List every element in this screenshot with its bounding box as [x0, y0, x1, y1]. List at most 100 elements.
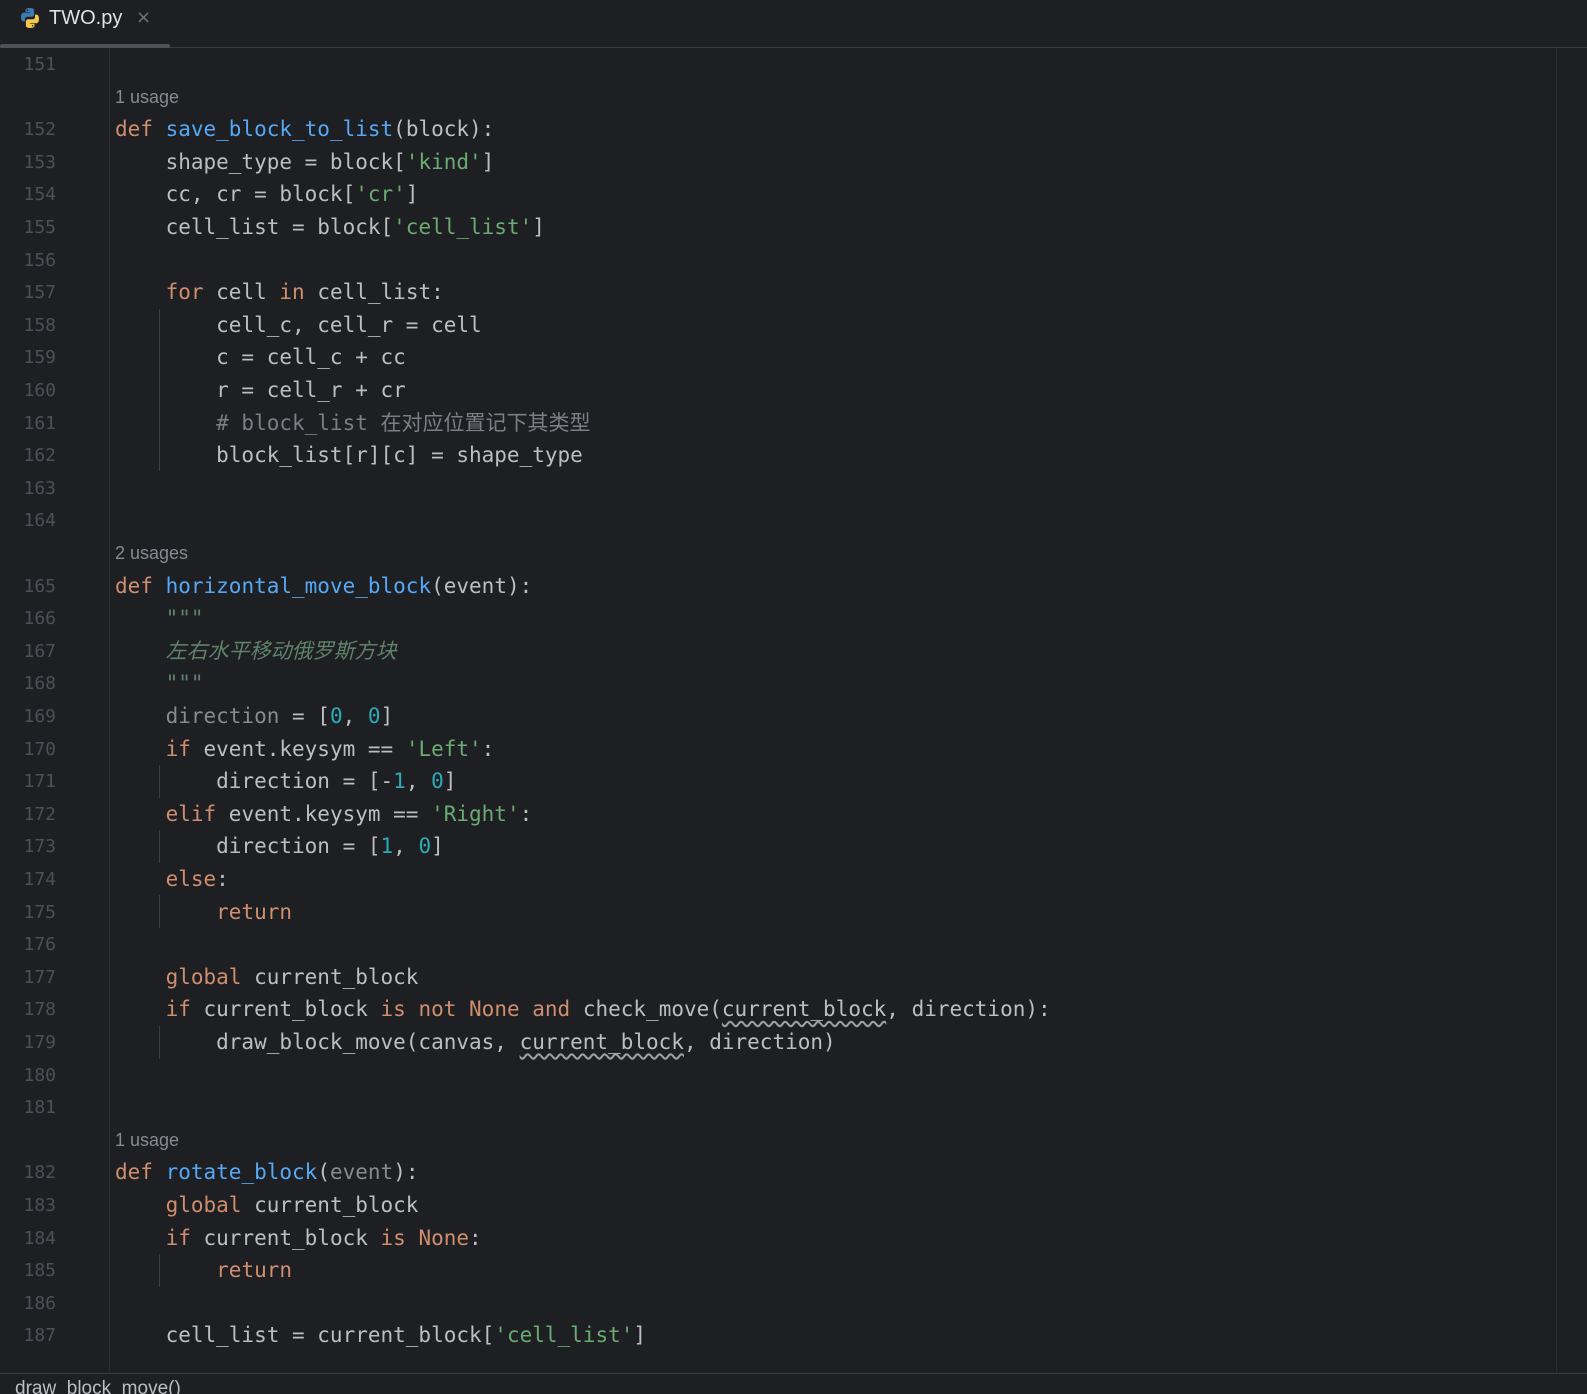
code-text[interactable]: if event.keysym == 'Left':	[115, 733, 495, 766]
code-text[interactable]: cell_list = current_block['cell_list']	[115, 1319, 646, 1352]
code-text[interactable]: cc, cr = block['cr']	[115, 178, 419, 211]
code-token: cell_list = current_block[	[115, 1323, 495, 1348]
code-token: """	[115, 606, 204, 631]
code-line: 175 return	[0, 896, 1540, 929]
line-number: 172	[23, 803, 56, 825]
line-number: 187	[23, 1325, 56, 1347]
code-token: = [	[279, 704, 330, 728]
code-text[interactable]: else:	[115, 863, 229, 896]
indent-guide	[159, 765, 160, 798]
code-line: 165 def horizontal_move_block(event):	[0, 570, 1540, 603]
code-line: 181	[0, 1091, 1540, 1124]
code-text[interactable]: return	[115, 1254, 292, 1287]
code-token: is not None and	[380, 997, 571, 1022]
breadcrumb[interactable]: draw_block_move()	[15, 1378, 181, 1394]
code-line: 159 c = cell_c + cc	[0, 341, 1540, 374]
code-token: cell_list:	[304, 280, 444, 305]
code-line: 152 def save_block_to_list(block):	[0, 113, 1540, 146]
code-line: 155 cell_list = block['cell_list']	[0, 211, 1540, 244]
code-text[interactable]: direction = [0, 0]	[115, 700, 394, 733]
code-token: return	[216, 899, 293, 924]
code-line: 172 elif event.keysym == 'Right':	[0, 798, 1540, 831]
code-token: current_block	[519, 1030, 684, 1054]
code-token: :	[216, 867, 229, 891]
code-line: 164	[0, 504, 1540, 537]
usage-hint[interactable]: 1 usage	[115, 1124, 179, 1157]
code-text[interactable]: cell_list = block['cell_list']	[115, 211, 545, 244]
code-text[interactable]: cell_c, cell_r = cell	[115, 309, 482, 342]
code-text[interactable]: for cell in cell_list:	[115, 276, 444, 309]
line-number: 165	[23, 575, 56, 597]
code-text[interactable]: direction = [1, 0]	[115, 830, 444, 863]
code-token: event.keysym ==	[190, 736, 406, 761]
code-text[interactable]: elif event.keysym == 'Right':	[115, 798, 533, 831]
line-number: 155	[23, 217, 56, 238]
code-token: ]	[380, 704, 394, 728]
code-token: :	[469, 1225, 482, 1250]
usage-hint[interactable]: 2 usages	[115, 537, 188, 570]
line-number: 175	[23, 901, 56, 923]
code-token: ]	[443, 769, 457, 794]
line-number: 163	[23, 477, 56, 499]
code-text[interactable]: shape_type = block['kind']	[115, 146, 495, 179]
code-editor[interactable]: 151 1 usage 152 def save_block_to_list(bloc…	[0, 48, 1587, 1373]
code-token: global	[165, 1193, 242, 1217]
code-text[interactable]: """	[115, 667, 204, 700]
code-text[interactable]: direction = [-1, 0]	[115, 765, 456, 798]
code-token: """	[115, 671, 204, 696]
code-line: 182 def rotate_block(event):	[0, 1156, 1540, 1189]
code-text[interactable]: global current_block	[115, 961, 419, 994]
usage-hint-row: 2 usages	[0, 537, 1540, 570]
code-text[interactable]: block_list[r][c] = shape_type	[115, 439, 583, 472]
code-text[interactable]: def save_block_to_list(block):	[115, 113, 494, 146]
code-token: ,	[342, 704, 368, 728]
usage-hint-row: 1 usage	[0, 81, 1540, 114]
code-token: global	[165, 964, 242, 989]
code-token: 左右水平移动俄罗斯方块	[165, 638, 397, 663]
code-token: # block_list	[115, 410, 381, 435]
code-text[interactable]: """	[115, 602, 204, 635]
code-line: 187 cell_list = current_block['cell_list…	[0, 1319, 1540, 1352]
close-icon[interactable]: ×	[136, 4, 151, 32]
code-text[interactable]: return	[115, 896, 292, 929]
indent-guide	[159, 830, 160, 863]
code-line: 176	[0, 928, 1540, 961]
line-number: 162	[23, 445, 56, 467]
code-text[interactable]: global current_block	[115, 1189, 419, 1222]
code-text[interactable]: if current_block is not None and check_m…	[115, 993, 1051, 1026]
code-line: 170 if event.keysym == 'Left':	[0, 733, 1540, 766]
line-number: 173	[23, 836, 56, 858]
code-token: current_block	[190, 997, 381, 1022]
code-text[interactable]: # block_list 在对应位置记下其类型	[115, 407, 590, 440]
code-token: def	[115, 573, 153, 598]
code-line: 180	[0, 1059, 1540, 1092]
code-line: 162 block_list[r][c] = shape_type	[0, 439, 1540, 472]
code-token: (block):	[393, 117, 495, 142]
code-token: 1	[380, 834, 394, 859]
code-line: 178 if current_block is not None and che…	[0, 993, 1540, 1026]
code-token: ]	[532, 215, 545, 239]
code-line: 166 """	[0, 602, 1540, 635]
code-line: 169 direction = [0, 0]	[0, 700, 1540, 733]
line-number: 159	[23, 347, 56, 369]
usage-hint[interactable]: 1 usage	[115, 81, 179, 114]
file-tab[interactable]: TWO.py ×	[0, 0, 170, 48]
code-line: 153 shape_type = block['kind']	[0, 146, 1540, 179]
code-text[interactable]: draw_block_move(canvas, current_block, d…	[115, 1026, 836, 1059]
code-text[interactable]: if current_block is None:	[115, 1222, 482, 1255]
code-token: horizontal_move_block	[165, 573, 432, 598]
line-number: 183	[23, 1195, 56, 1216]
code-line: 186	[0, 1287, 1540, 1320]
code-token: cc, cr = block[	[115, 182, 356, 207]
line-number: 164	[23, 510, 56, 532]
code-line: 156	[0, 244, 1540, 277]
line-number: 161	[23, 412, 56, 434]
code-token: :	[481, 736, 495, 761]
code-text[interactable]: def rotate_block(event):	[115, 1156, 418, 1189]
code-token: draw_block_move(canvas,	[115, 1030, 520, 1054]
code-text[interactable]: 左右水平移动俄罗斯方块	[115, 635, 397, 668]
code-text[interactable]: def horizontal_move_block(event):	[115, 570, 532, 603]
